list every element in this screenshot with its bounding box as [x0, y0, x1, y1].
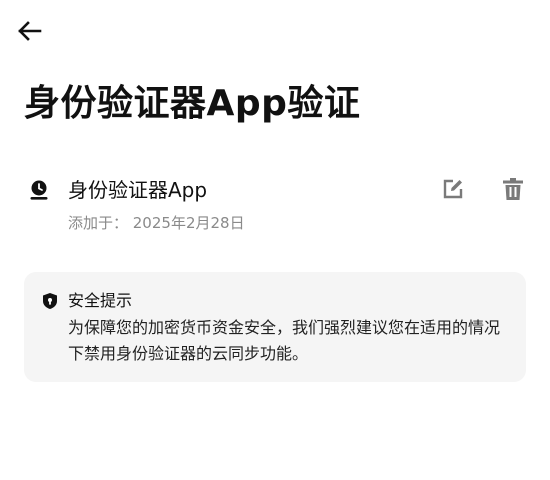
authenticator-name: 身份验证器App: [68, 178, 208, 202]
page: 身份验证器App验证 身份验证器App 添加于： 2025年2月28日 安全提示…: [0, 0, 550, 480]
notice-title: 安全提示: [68, 291, 133, 310]
authenticator-item: 身份验证器App 添加于： 2025年2月28日: [26, 174, 530, 238]
page-title: 身份验证器App验证: [24, 83, 361, 124]
shield-icon: [43, 293, 57, 309]
authenticator-added-date: 添加于： 2025年2月28日: [68, 214, 245, 232]
arrow-left-icon: [18, 21, 42, 41]
authenticator-icon: [30, 180, 48, 200]
edit-button[interactable]: [438, 174, 468, 204]
notice-body: 为保障您的加密货币资金安全，我们强烈建议您在适用的情况下禁用身份验证器的云同步功…: [68, 318, 501, 363]
edit-icon: [443, 179, 463, 199]
trash-icon: [503, 178, 523, 200]
back-button[interactable]: [14, 16, 44, 46]
delete-button[interactable]: [498, 174, 528, 204]
security-notice: 安全提示 为保障您的加密货币资金安全，我们强烈建议您在适用的情况下禁用身份验证器…: [24, 272, 526, 382]
